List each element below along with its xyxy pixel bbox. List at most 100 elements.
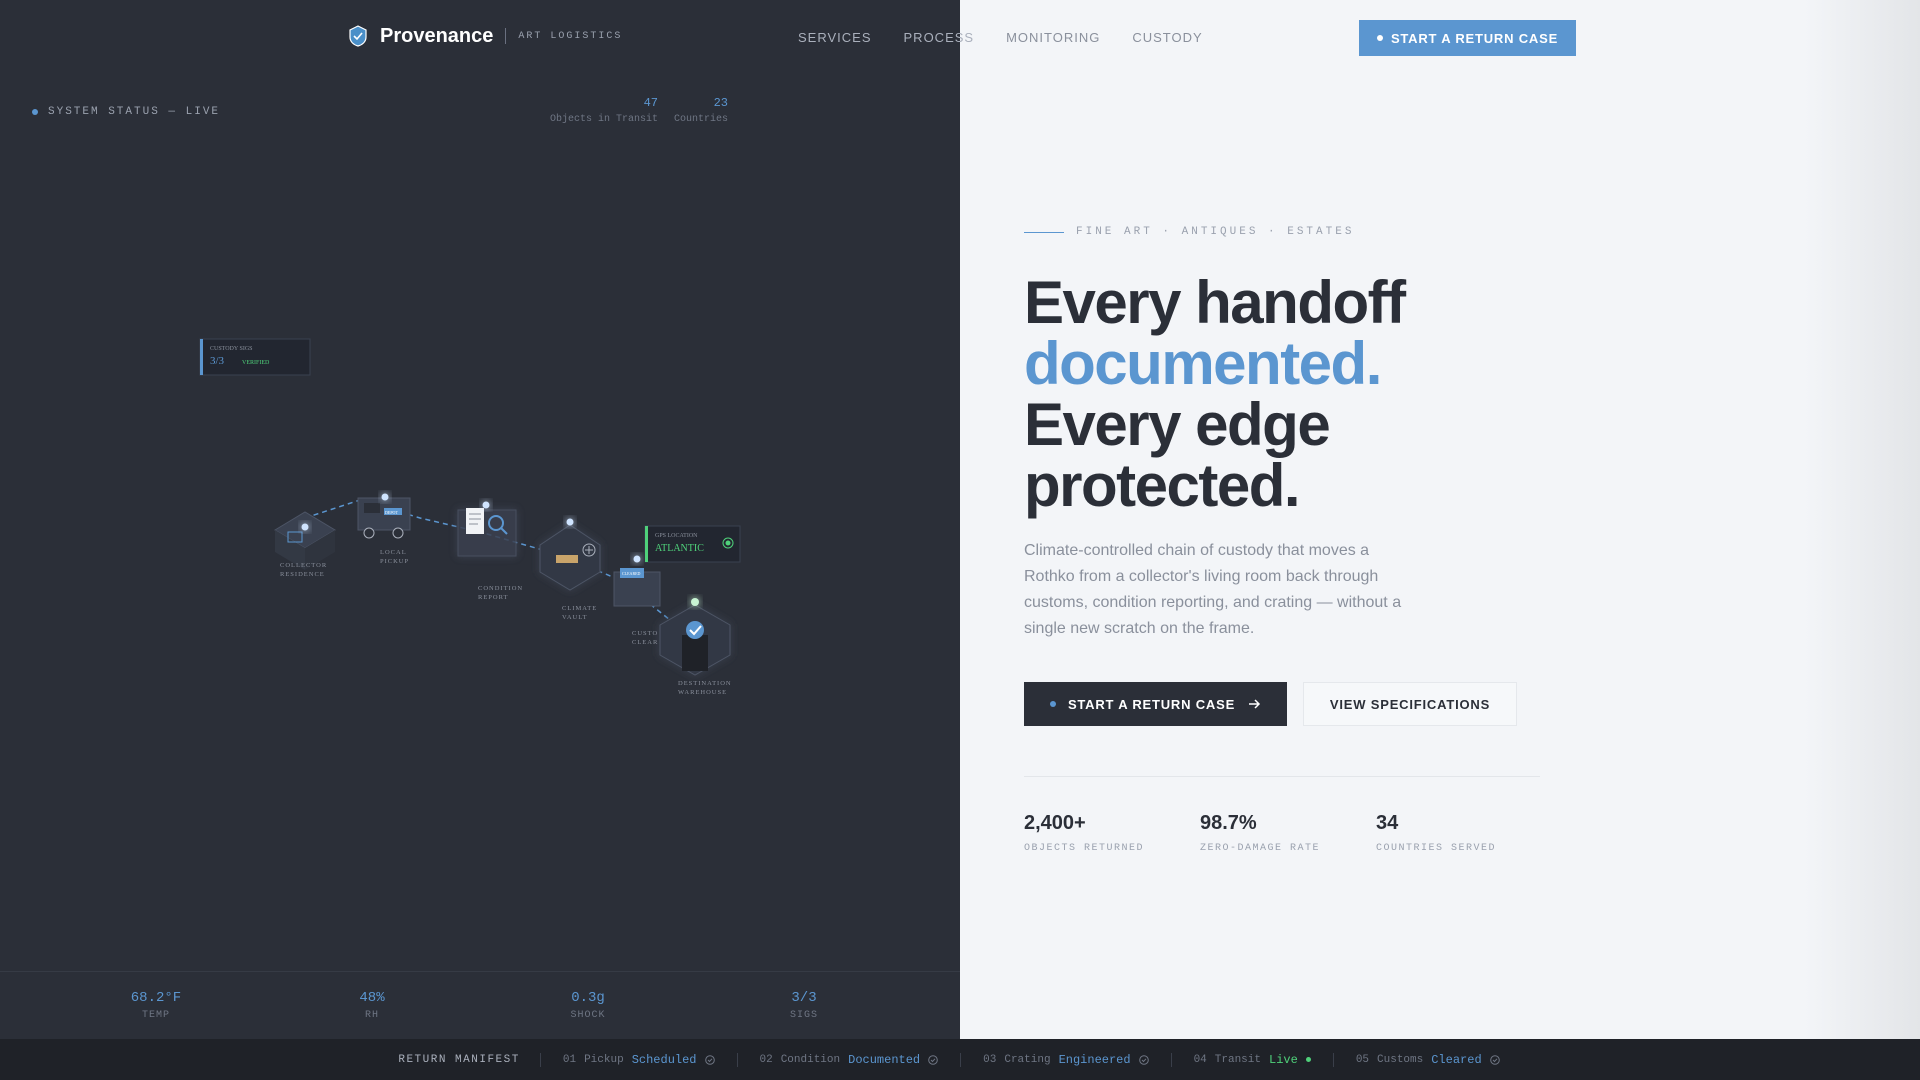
node-label: CLIMATE <box>562 605 597 612</box>
check-circle-icon <box>704 1054 715 1065</box>
shield-logo-icon <box>349 25 367 47</box>
kpi-group: 47 Objects in Transit 23 Countries <box>550 96 728 125</box>
stat-label: ZERO-DAMAGE RATE <box>1200 843 1321 854</box>
kpi-value: 47 <box>643 96 658 110</box>
manifest-value: Cleared <box>1431 1052 1482 1067</box>
node-label: REPORT <box>478 594 509 601</box>
hero-eyebrow: FINE ART · ANTIQUES · ESTATES <box>1024 226 1354 238</box>
sensor-value: 3/3 <box>791 990 817 1006</box>
stat-zero-damage: 98.7% ZERO-DAMAGE RATE <box>1200 812 1376 854</box>
live-dot-icon <box>1305 1057 1311 1062</box>
sensor-value: 48% <box>359 990 385 1006</box>
custody-card-badge: VERIFIED <box>242 360 270 366</box>
kpi-label: Objects in Transit <box>549 114 658 125</box>
sensor-label: RH <box>364 1010 379 1021</box>
stat-label: OBJECTS RETURNED <box>1024 843 1145 854</box>
manifest-num: 03 <box>983 1053 997 1066</box>
kpi-label: Countries <box>673 114 728 125</box>
gps-location-card: GPS LOCATION ATLANTIC <box>644 525 741 563</box>
manifest-item-customs: 05 Customs Cleared <box>1332 1052 1522 1067</box>
node-label: WAREHOUSE <box>678 689 727 696</box>
gps-card-title: GPS LOCATION <box>655 533 698 539</box>
check-circle-icon <box>1138 1054 1149 1065</box>
header-return-case-button[interactable]: START A RETURN CASE <box>1359 20 1576 56</box>
brand-subtitle: ART LOGISTICS <box>518 30 623 42</box>
gps-card-value: ATLANTIC <box>655 543 704 554</box>
arrow-right-icon <box>1249 699 1261 709</box>
nav-services[interactable]: SERVICES <box>798 30 872 45</box>
headline-line-1: Every handoff <box>1024 269 1406 336</box>
sensor-label: SIGS <box>789 1010 818 1021</box>
custody-card-value: 3/3 <box>210 355 225 367</box>
manifest-num: 05 <box>1355 1053 1370 1066</box>
kpi-objects: 47 Objects in Transit <box>550 96 658 125</box>
sensor-temp: 68.2°F TEMP <box>96 990 216 1021</box>
node-label: CUSTO <box>632 630 658 637</box>
check-circle-icon <box>928 1054 938 1065</box>
node-local-pickup: DEPOT <box>357 493 411 539</box>
node-destination-warehouse <box>659 598 731 676</box>
stat-objects-returned: 2,400+ OBJECTS RETURNED <box>1024 812 1200 854</box>
sensor-sigs: 3/3 SIGS <box>744 990 864 1021</box>
status-text: SYSTEM STATUS — LIVE <box>48 106 221 118</box>
stat-countries-served: 34 COUNTRIES SERVED <box>1376 812 1552 854</box>
button-dot-icon <box>1049 701 1056 707</box>
nav-custody[interactable]: CUSTODY <box>1132 30 1202 45</box>
customs-tag: CLEARED <box>622 571 641 576</box>
manifest-label: Condition <box>780 1053 841 1066</box>
stat-label: COUNTRIES SERVED <box>1376 843 1497 854</box>
manifest-label: Crating <box>1004 1053 1051 1066</box>
manifest-label: Customs <box>1377 1053 1424 1066</box>
node-label: COLLECTOR <box>280 562 327 569</box>
manifest-item-crating: 03 Crating Engineered <box>960 1052 1170 1067</box>
truck-tag: DEPOT <box>385 510 398 515</box>
kpi-value: 23 <box>713 96 728 110</box>
sensor-value: 0.3g <box>571 990 605 1006</box>
nav-monitoring[interactable]: MONITORING <box>1006 30 1100 45</box>
hero-divider <box>1024 776 1540 777</box>
node-label: LOCAL <box>380 549 407 556</box>
view-specifications-button[interactable]: VIEW SPECIFICATIONS <box>1303 682 1517 726</box>
manifest-value: Documented <box>848 1052 921 1067</box>
start-return-case-button[interactable]: START A RETURN CASE <box>1024 682 1287 726</box>
return-manifest-bar: RETURN MANIFEST 01 Pickup Scheduled 02 C… <box>0 1039 1920 1080</box>
stats-row: 2,400+ OBJECTS RETURNED 98.7% ZERO-DAMAG… <box>1024 812 1552 854</box>
sensor-rh: 48% RH <box>312 990 432 1021</box>
brand[interactable]: Provenance ART LOGISTICS <box>346 24 622 48</box>
check-circle-icon <box>1489 1054 1500 1065</box>
sensor-label: SHOCK <box>570 1010 606 1021</box>
manifest-title: RETURN MANIFEST <box>398 1053 520 1066</box>
manifest-label: Transit <box>1214 1053 1261 1066</box>
headline-line-3: Every edge <box>1024 391 1331 458</box>
node-customs: CLEARED <box>613 555 661 607</box>
eyebrow-text: FINE ART · ANTIQUES · ESTATES <box>1076 226 1355 238</box>
manifest-value: Engineered <box>1058 1052 1131 1067</box>
manifest-item-transit: 04 Transit Live <box>1170 1052 1333 1067</box>
manifest-item-condition: 02 Condition Documented <box>736 1052 961 1067</box>
node-label: RESIDENCE <box>280 571 325 578</box>
kpi-countries: 23 Countries <box>674 96 728 125</box>
secondary-button-label: VIEW SPECIFICATIONS <box>1329 696 1491 712</box>
stat-value: 98.7% <box>1200 812 1257 834</box>
hero-headline: Every handoff documented. Every edge pro… <box>1024 269 1406 519</box>
manifest-value: Live <box>1269 1052 1298 1067</box>
manifest-num: 04 <box>1193 1053 1207 1066</box>
custody-sigs-card: CUSTODY SIGS 3/3 VERIFIED <box>199 338 311 376</box>
nav-process[interactable]: PROCESS <box>904 30 975 45</box>
node-climate-vault <box>539 518 601 591</box>
sensor-shock: 0.3g SHOCK <box>528 990 648 1021</box>
system-status: SYSTEM STATUS — LIVE <box>32 106 220 118</box>
node-label: DESTINATION <box>678 680 732 687</box>
headline-line-2: documented. <box>1024 330 1382 397</box>
sensor-value: 68.2°F <box>130 990 182 1006</box>
sensor-label: TEMP <box>141 1010 170 1021</box>
eyebrow-line <box>1024 231 1064 233</box>
custody-chain-diagram: CUSTODY SIGS 3/3 VERIFIED DEPOT GPS LOCA… <box>199 338 741 696</box>
manifest-label: Pickup <box>584 1053 624 1066</box>
manifest-num: 02 <box>759 1053 773 1066</box>
header-cta-label: START A RETURN CASE <box>1390 30 1559 46</box>
main-nav: SERVICES PROCESS MONITORING CUSTODY <box>798 30 1203 45</box>
manifest-num: 01 <box>562 1053 577 1066</box>
manifest-value: Scheduled <box>631 1052 697 1067</box>
headline-line-4: protected. <box>1024 452 1301 519</box>
